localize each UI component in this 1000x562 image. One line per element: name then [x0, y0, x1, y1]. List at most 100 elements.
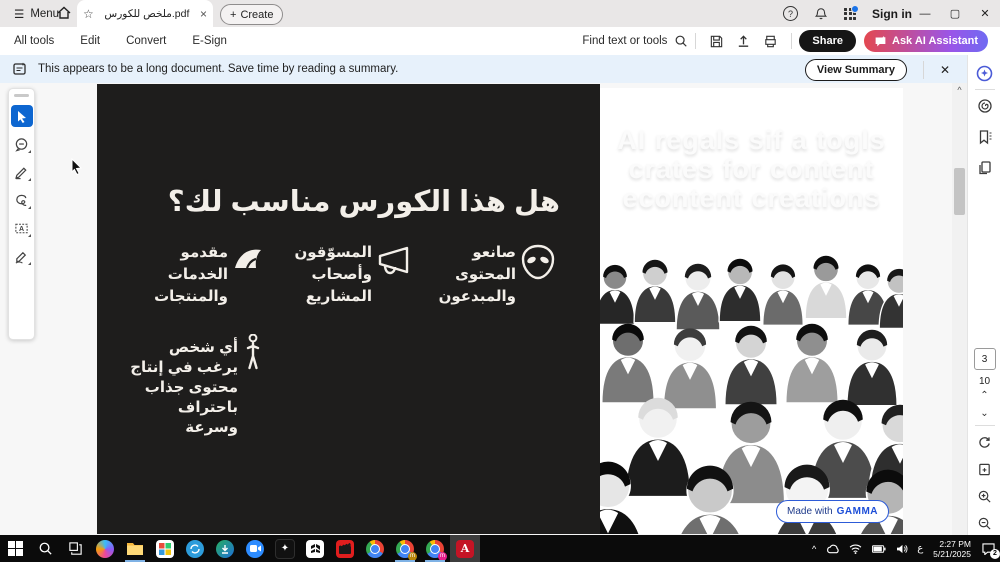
zoom-app-button[interactable] [240, 535, 270, 562]
fit-page-button[interactable] [973, 457, 997, 481]
task-view-button[interactable] [60, 535, 90, 562]
summaries-panel-button[interactable] [973, 94, 997, 118]
fill-sign-tool-button[interactable] [11, 245, 33, 267]
battery-icon[interactable] [872, 544, 886, 553]
language-indicator[interactable]: ع [917, 543, 923, 554]
capcut-button[interactable] [300, 535, 330, 562]
sign-in-button[interactable]: Sign in [872, 7, 912, 21]
find-label[interactable]: Find text or tools [582, 35, 667, 47]
right-tools-rail: 3 10 ⌃ ⌄ [967, 55, 1000, 535]
document-viewport[interactable]: هل هذا الكورس مناسب لك؟ صانعو المحتوى والم… [0, 83, 967, 535]
scrollbar-thumb[interactable] [954, 168, 965, 215]
favorite-star-icon[interactable]: ☆ [83, 7, 94, 21]
volume-icon[interactable] [896, 544, 908, 554]
share-upload-icon[interactable] [736, 34, 751, 49]
share-button[interactable]: Share [799, 30, 856, 52]
person-icon [246, 334, 260, 370]
window-minimize-button[interactable]: — [910, 0, 940, 27]
file-explorer-button[interactable] [120, 535, 150, 562]
pdf-page-white[interactable]: AI regals sif a togls crates for content… [600, 88, 903, 534]
zoom-in-button[interactable] [973, 484, 997, 508]
copilot-button[interactable] [90, 535, 120, 562]
page-thumbnails-button[interactable] [973, 156, 997, 180]
acrobat-icon: A [456, 539, 474, 558]
help-icon[interactable]: ? [783, 6, 798, 21]
zoom-app-icon [246, 539, 264, 558]
taskbar-search-icon [39, 542, 52, 555]
rotate-page-button[interactable] [973, 430, 997, 454]
megaphone-icon [378, 246, 409, 275]
apps-grid-icon[interactable] [844, 4, 859, 20]
media-app-button[interactable] [330, 535, 360, 562]
create-tab-button[interactable]: + Create [220, 4, 284, 25]
chrome-profile1-button[interactable]: m [390, 535, 420, 562]
notice-close-icon[interactable]: ✕ [940, 63, 950, 77]
shareit-button[interactable] [180, 535, 210, 562]
svg-text:A: A [19, 225, 24, 232]
idm-button[interactable] [210, 535, 240, 562]
vertical-scrollbar[interactable]: ^ [952, 83, 967, 535]
search-icon[interactable] [674, 34, 688, 48]
windows-logo-icon [7, 541, 23, 556]
rail-drag-handle[interactable] [14, 94, 29, 97]
clapperboard-icon [336, 539, 354, 558]
plus-icon: + [230, 8, 237, 21]
quick-tools-rail: A [8, 88, 35, 340]
home-button[interactable] [56, 5, 72, 21]
acrobat-button[interactable]: A [450, 535, 480, 562]
notification-center-button[interactable]: 2 [982, 542, 1000, 559]
document-tab[interactable]: ☆ ملخص للكورس.pdf × [77, 0, 213, 27]
start-button[interactable] [0, 535, 30, 562]
ms-store-icon [159, 542, 171, 555]
draw-tool-button[interactable] [11, 189, 33, 211]
system-tray: ^ ع 2:27 PM 5/21/2025 2 [807, 539, 1000, 559]
tab-convert[interactable]: Convert [120, 27, 172, 55]
current-page-input[interactable]: 3 [973, 348, 996, 370]
notice-message: This appears to be a long document. Save… [38, 62, 399, 75]
tab-all-tools[interactable]: All tools [8, 27, 60, 55]
select-tool-button[interactable] [10, 105, 33, 127]
tray-expand-chevron[interactable]: ^ [812, 544, 816, 554]
chrome-button[interactable] [360, 535, 390, 562]
ai-summary-icon [977, 99, 992, 113]
total-pages-label: 10 [978, 376, 991, 387]
comment-tool-button[interactable] [11, 133, 33, 155]
pdf-page-dark[interactable]: هل هذا الكورس مناسب لك؟ صانعو المحتوى والم… [97, 84, 600, 534]
tab-esign[interactable]: E-Sign [186, 27, 233, 55]
wifi-icon[interactable] [849, 544, 862, 554]
folder-icon [127, 543, 143, 555]
window-close-button[interactable]: ✕ [970, 0, 1000, 27]
made-with-gamma-badge[interactable]: Made with GAMMA [776, 500, 889, 523]
ai-assistant-panel-button[interactable] [973, 61, 997, 85]
windows-taskbar: ✦ m m A ^ ع 2:27 PM 5/21/2025 2 [0, 535, 1000, 562]
highlighter-tool-button[interactable] [11, 161, 33, 183]
shareit-icon [186, 539, 204, 558]
save-icon[interactable] [709, 34, 724, 49]
next-page-button[interactable]: ⌄ [980, 407, 988, 421]
scroll-up-arrow[interactable]: ^ [952, 83, 967, 97]
zoom-out-button[interactable] [973, 511, 997, 535]
view-summary-button[interactable]: View Summary [804, 58, 907, 81]
taskbar-clock[interactable]: 2:27 PM 5/21/2025 [933, 539, 971, 559]
tab-close-icon[interactable]: × [200, 7, 207, 21]
zoom-in-icon [978, 490, 991, 503]
menu-label: Menu [30, 7, 60, 20]
zoom-out-icon [978, 517, 991, 530]
pages-copy-icon [978, 161, 991, 175]
window-maximize-button[interactable]: ▢ [940, 0, 970, 27]
tab-edit[interactable]: Edit [74, 27, 106, 55]
microsoft-store-button[interactable] [150, 535, 180, 562]
taskbar-search-button[interactable] [30, 535, 60, 562]
previous-page-button[interactable]: ⌃ [980, 389, 988, 403]
ask-ai-assistant-button[interactable]: Ask AI Assistant [864, 30, 988, 52]
onedrive-icon[interactable] [826, 544, 839, 554]
print-icon[interactable] [763, 34, 778, 49]
bookmarks-panel-button[interactable] [973, 125, 997, 149]
hamburger-icon: ☰ [14, 8, 25, 21]
task-view-icon [68, 542, 82, 555]
notification-bell-icon[interactable] [814, 7, 828, 21]
slide-title: هل هذا الكورس مناسب لك؟ [167, 186, 560, 218]
sparkle-app-button[interactable]: ✦ [270, 535, 300, 562]
chrome-profile2-button[interactable]: m [420, 535, 450, 562]
add-text-tool-button[interactable]: A [11, 217, 33, 239]
